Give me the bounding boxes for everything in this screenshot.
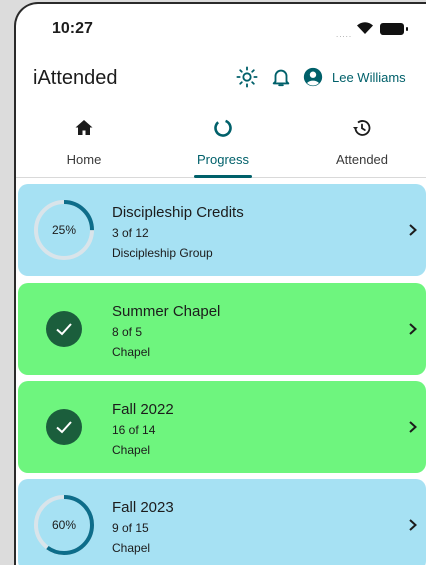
chevron-right-icon [409, 323, 417, 335]
progress-icon [214, 119, 232, 137]
battery-icon [380, 23, 408, 35]
chevron-right-icon [409, 519, 417, 531]
app-title: iAttended [33, 67, 118, 89]
check-badge [46, 311, 82, 347]
card-title: Fall 2023 [112, 499, 174, 516]
card-type: Chapel [112, 443, 151, 457]
progress-card[interactable]: 25% Discipleship Credits 3 of 12 Discipl… [18, 184, 426, 276]
chevron-right-icon [409, 224, 417, 236]
status-time: 10:27 [52, 20, 93, 37]
card-title: Discipleship Credits [112, 204, 244, 221]
home-icon [75, 120, 93, 135]
tab-home-label: Home [66, 152, 102, 167]
progress-card[interactable]: Fall 2022 16 of 14 Chapel [18, 381, 426, 473]
card-count: 8 of 5 [112, 325, 143, 339]
card-count: 9 of 15 [112, 521, 149, 535]
tab-bar: Home Progress Attended [16, 108, 426, 178]
progress-percent: 60% [51, 518, 77, 532]
bell-icon[interactable] [270, 66, 292, 88]
progress-card[interactable]: Summer Chapel 8 of 5 Chapel [18, 283, 426, 375]
check-badge [46, 409, 82, 445]
card-type: Chapel [112, 541, 151, 555]
brightness-icon[interactable] [236, 66, 258, 88]
phone-screen: 10:27 ..... iAttended Lee Williams Home … [14, 2, 426, 565]
tab-home[interactable]: Home [16, 108, 152, 178]
progress-card[interactable]: 60% Fall 2023 9 of 15 Chapel [18, 479, 426, 565]
card-type: Chapel [112, 345, 151, 359]
user-name[interactable]: Lee Williams [332, 70, 406, 85]
card-type: Discipleship Group [112, 246, 213, 260]
account-icon[interactable] [302, 66, 324, 88]
tab-progress-label: Progress [196, 152, 250, 167]
chevron-right-icon [409, 421, 417, 433]
signal-dots: ..... [336, 30, 353, 39]
history-icon [353, 120, 371, 136]
card-title: Fall 2022 [112, 401, 174, 418]
tab-attended-label: Attended [335, 152, 389, 167]
app-bar: iAttended Lee Williams [16, 54, 426, 100]
check-icon [56, 323, 72, 336]
progress-percent: 25% [51, 223, 77, 237]
tab-attended[interactable]: Attended [294, 108, 426, 178]
card-count: 3 of 12 [112, 226, 149, 240]
tab-progress[interactable]: Progress [155, 108, 291, 178]
card-count: 16 of 14 [112, 423, 156, 437]
device-background: 10:27 ..... iAttended Lee Williams Home … [0, 0, 426, 565]
wifi-icon [357, 22, 373, 34]
status-bar: 10:27 ..... [16, 4, 426, 54]
card-title: Summer Chapel [112, 303, 221, 320]
check-icon [56, 421, 72, 434]
active-tab-indicator [194, 175, 252, 178]
